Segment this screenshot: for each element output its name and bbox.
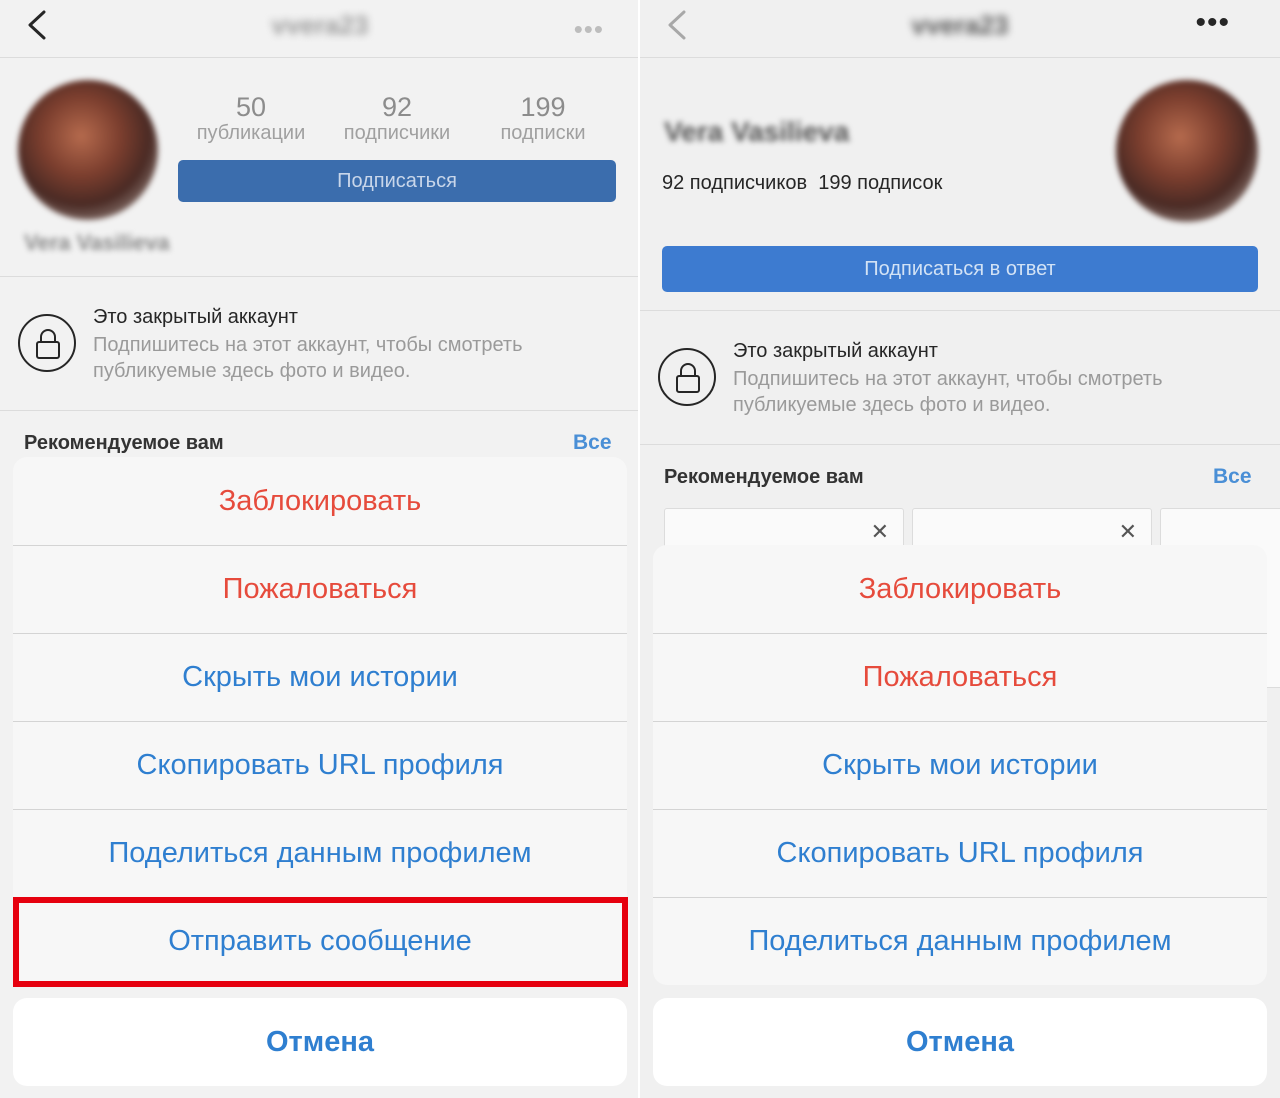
- avatar[interactable]: [18, 80, 158, 220]
- divider: [640, 310, 1280, 311]
- header-username: vvera23: [911, 10, 1009, 40]
- cancel-button[interactable]: Отмена: [13, 998, 627, 1086]
- display-name: Vera Vasilieva: [664, 116, 850, 147]
- lock-icon: [36, 329, 60, 359]
- profile-screen-right: vvera23 ••• Vera Vasilieva 92 подписчико…: [640, 0, 1280, 1098]
- hide-stories-button[interactable]: Скрыть мои истории: [653, 721, 1267, 809]
- report-button[interactable]: Пожаловаться: [13, 545, 627, 633]
- posts-count: 50: [235, 92, 267, 122]
- highlight-frame: [13, 897, 628, 987]
- followers-count[interactable]: 92: [332, 92, 462, 123]
- copy-profile-url-button[interactable]: Скопировать URL профиля: [653, 809, 1267, 897]
- report-button[interactable]: Пожаловаться: [653, 633, 1267, 721]
- header: vvera23 •••: [640, 0, 1280, 58]
- avatar[interactable]: [1116, 80, 1258, 222]
- profile-screen-left: vvera23 ••• 50 публикации 92 подписчики …: [0, 0, 640, 1098]
- followers-label[interactable]: подписчики: [322, 122, 472, 145]
- divider: [640, 444, 1280, 445]
- block-button[interactable]: Заблокировать: [653, 545, 1267, 633]
- following-label[interactable]: подписки: [468, 122, 618, 145]
- follow-back-button[interactable]: Подписаться в ответ: [662, 246, 1258, 292]
- share-profile-button[interactable]: Поделиться данным профилем: [653, 897, 1267, 985]
- private-account-text: Подпишитесь на этот аккаунт, чтобы смотр…: [733, 368, 1163, 416]
- lock-icon: [676, 363, 700, 393]
- divider: [0, 410, 640, 411]
- recommended-title: Рекомендуемое вам: [24, 432, 224, 454]
- recommended-title: Рекомендуемое вам: [664, 466, 864, 488]
- close-icon[interactable]: ✕: [1119, 519, 1137, 545]
- more-dots-icon[interactable]: •••: [574, 14, 604, 45]
- divider: [0, 276, 640, 277]
- header-username: vvera23: [271, 10, 369, 40]
- private-account-title: Это закрытый аккаунт: [93, 306, 298, 328]
- posts-label: публикации: [196, 122, 306, 144]
- lock-badge: [18, 314, 76, 372]
- following-count[interactable]: 199: [478, 92, 608, 123]
- lock-badge: [658, 348, 716, 406]
- more-dots-icon[interactable]: •••: [1195, 6, 1230, 40]
- recommended-see-all-link[interactable]: Все: [1213, 465, 1252, 489]
- display-name: Vera Vasilieva: [24, 230, 170, 255]
- counts-text[interactable]: 92 подписчиков 199 подписок: [662, 172, 942, 195]
- share-profile-button[interactable]: Поделиться данным профилем: [13, 809, 627, 897]
- hide-stories-button[interactable]: Скрыть мои истории: [13, 633, 627, 721]
- close-icon[interactable]: ✕: [871, 519, 889, 545]
- action-sheet: Заблокировать Пожаловаться Скрыть мои ис…: [653, 545, 1267, 985]
- private-account-title: Это закрытый аккаунт: [733, 340, 938, 362]
- recommended-see-all-link[interactable]: Все: [573, 431, 612, 455]
- copy-profile-url-button[interactable]: Скопировать URL профиля: [13, 721, 627, 809]
- block-button[interactable]: Заблокировать: [13, 457, 627, 545]
- follow-button[interactable]: Подписаться: [178, 160, 616, 202]
- cancel-button[interactable]: Отмена: [653, 998, 1267, 1086]
- private-account-text: Подпишитесь на этот аккаунт, чтобы смотр…: [93, 334, 523, 382]
- header: vvera23 •••: [0, 0, 640, 58]
